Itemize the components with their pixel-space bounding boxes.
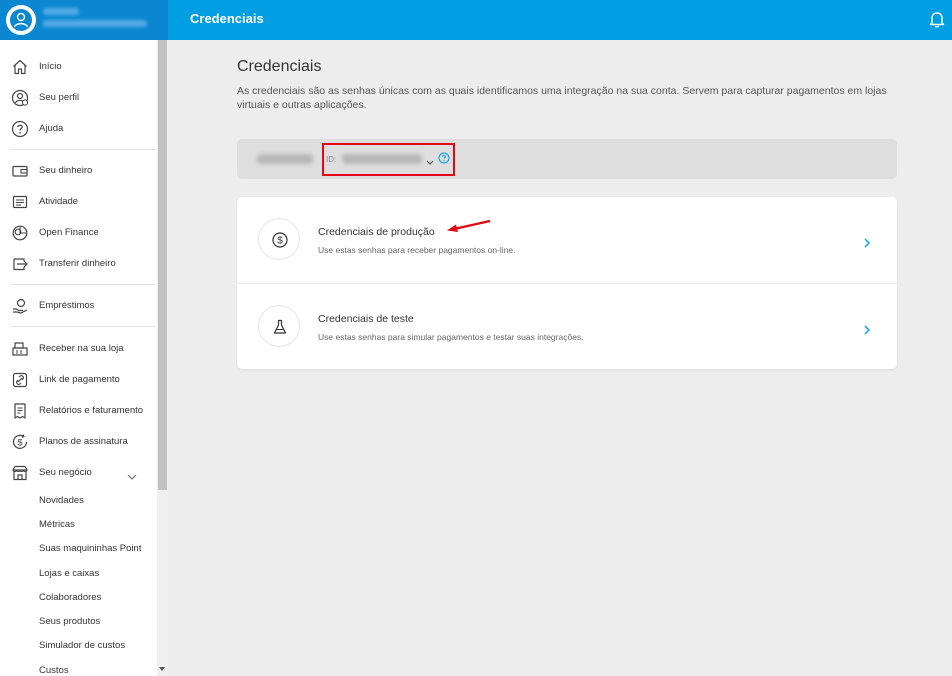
help-icon — [11, 120, 29, 138]
production-credentials-option[interactable]: $ Credenciais de produção Use estas senh… — [237, 197, 897, 283]
sidebar-subitem-maquininhas-point[interactable]: Suas maquininhas Point — [39, 543, 141, 554]
sidebar-item-ajuda[interactable]: Ajuda — [0, 115, 156, 143]
sidebar-subitem-metricas[interactable]: Métricas — [39, 519, 75, 530]
report-icon — [11, 402, 29, 420]
user-account-box[interactable] — [0, 0, 168, 40]
sidebar-item-inicio[interactable]: Início — [0, 53, 156, 81]
test-credentials-option[interactable]: Credenciais de teste Use estas senhas pa… — [237, 283, 897, 370]
wallet-icon — [11, 162, 29, 180]
chevron-right-icon[interactable] — [863, 236, 871, 248]
sidebar-subitem-colaboradores[interactable]: Colaboradores — [39, 592, 101, 603]
sidebar-subitem-novidades[interactable]: Novidades — [39, 495, 84, 506]
icon-circle — [258, 305, 300, 347]
sidebar-item-planos-de-assinatura[interactable]: $ Planos de assinatura — [0, 428, 156, 456]
sidebar-item-label: Open Finance — [39, 227, 99, 238]
help-icon[interactable] — [438, 151, 450, 164]
sidebar-item-receber-na-sua-loja[interactable]: Receber na sua loja — [0, 335, 156, 363]
svg-text:$: $ — [277, 236, 283, 247]
header-title: Credenciais — [190, 11, 264, 26]
sidebar-item-label: Transferir dinheiro — [39, 258, 116, 269]
sidebar-item-seu-dinheiro[interactable]: Seu dinheiro — [0, 157, 156, 185]
sidebar-divider — [10, 284, 156, 285]
store-icon — [11, 464, 29, 482]
sidebar-subitem-custos[interactable]: Custos — [39, 665, 69, 676]
home-icon — [11, 58, 29, 76]
chevron-down-icon[interactable] — [425, 154, 435, 165]
sidebar-item-open-finance[interactable]: Open Finance — [0, 219, 156, 247]
option-title: Credenciais de produção — [318, 226, 435, 238]
user-name-redacted — [43, 8, 79, 15]
sidebar-item-label: Seu dinheiro — [39, 165, 93, 176]
sidebar-item-label: Seu negócio — [39, 467, 92, 478]
transfer-icon — [11, 255, 29, 273]
account-name-redacted — [257, 154, 313, 164]
link-icon — [11, 371, 29, 389]
sidebar-item-label: Seu perfil — [39, 92, 80, 103]
open-finance-icon — [11, 224, 29, 242]
flask-icon — [273, 319, 287, 334]
id-label: ID: — [326, 155, 337, 164]
sidebar-divider — [10, 326, 156, 327]
option-title: Credenciais de teste — [318, 313, 414, 325]
sidebar-item-relatorios-e-faturamento[interactable]: Relatórios e faturamento — [0, 397, 156, 425]
page-description: As credenciais são as senhas únicas com … — [237, 85, 887, 111]
activity-icon — [11, 193, 29, 211]
sidebar-item-label: Relatórios e faturamento — [39, 405, 144, 416]
option-subtitle: Use estas senhas para simular pagamentos… — [318, 332, 584, 342]
sidebar-item-seu-negocio[interactable]: Seu negócio — [0, 459, 156, 487]
chevron-down-icon[interactable] — [127, 468, 137, 480]
profile-icon — [11, 89, 29, 107]
icon-circle: $ — [258, 218, 300, 260]
user-icon — [10, 9, 32, 31]
sidebar-item-seu-perfil[interactable]: Seu perfil — [0, 84, 156, 112]
sidebar-item-label: Atividade — [39, 196, 79, 207]
sidebar-item-label: Planos de assinatura — [39, 436, 128, 447]
sidebar-item-label: Empréstimos — [39, 300, 95, 311]
sidebar-subitem-simulador-de-custos[interactable]: Simulador de custos — [39, 640, 125, 651]
user-subtitle-redacted — [43, 20, 147, 27]
avatar[interactable] — [6, 5, 36, 35]
sidebar-divider — [10, 149, 156, 150]
sidebar-subitem-seus-produtos[interactable]: Seus produtos — [39, 616, 100, 627]
sidebar-item-atividade[interactable]: Atividade — [0, 188, 156, 216]
red-arrow-annotation-icon — [445, 218, 493, 234]
scroll-down-arrow-icon[interactable] — [159, 667, 165, 671]
sidebar-item-label: Início — [39, 61, 62, 72]
sidebar-item-label: Ajuda — [39, 123, 64, 134]
register-icon — [11, 340, 29, 358]
sidebar-scrollbar-thumb[interactable] — [158, 40, 167, 490]
dollar-icon: $ — [272, 232, 288, 248]
sidebar-item-emprestimos[interactable]: Empréstimos — [0, 292, 156, 320]
option-subtitle: Use estas senhas para receber pagamentos… — [318, 245, 516, 255]
sidebar-item-label: Link de pagamento — [39, 374, 120, 385]
sidebar-item-link-de-pagamento[interactable]: Link de pagamento — [0, 366, 156, 394]
loan-icon — [11, 297, 29, 315]
chevron-right-icon[interactable] — [863, 323, 871, 335]
subscription-icon: $ — [11, 433, 29, 451]
page-title: Credenciais — [237, 58, 322, 75]
sidebar-item-label: Receber na sua loja — [39, 343, 124, 354]
credentials-card: $ Credenciais de produção Use estas senh… — [237, 197, 897, 369]
svg-text:$: $ — [17, 438, 22, 448]
sidebar-subitem-lojas-e-caixas[interactable]: Lojas e caixas — [39, 568, 99, 579]
sidebar-item-transferir-dinheiro[interactable]: Transferir dinheiro — [0, 250, 156, 278]
bell-icon[interactable] — [928, 10, 946, 28]
id-highlight-box — [322, 143, 455, 176]
